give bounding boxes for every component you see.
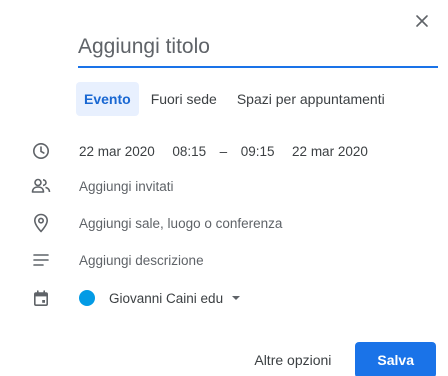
more-options-button[interactable]: Altre opzioni — [240, 343, 345, 376]
save-button[interactable]: Salva — [355, 342, 436, 376]
text-lines-icon — [31, 250, 51, 270]
datetime-content: 22 mar 2020 08:15 – 09:15 22 mar 2020 — [79, 144, 368, 159]
calendar-color-dot — [79, 290, 95, 306]
caret-down-icon — [232, 296, 241, 300]
dialog-footer: Altre opzioni Salva — [240, 342, 436, 376]
time-separator: – — [219, 143, 228, 159]
location-pin-icon — [31, 213, 51, 233]
close-button[interactable] — [411, 10, 433, 32]
tab-fuori-sede[interactable]: Fuori sede — [143, 82, 225, 116]
end-time[interactable]: 09:15 — [241, 144, 275, 159]
guests-placeholder[interactable]: Aggiungi invitati — [79, 179, 174, 194]
location-placeholder[interactable]: Aggiungi sale, luogo o conferenza — [79, 216, 282, 231]
description-row[interactable]: Aggiungi descrizione — [0, 246, 448, 274]
start-time[interactable]: 08:15 — [172, 144, 206, 159]
datetime-row: 22 mar 2020 08:15 – 09:15 22 mar 2020 — [0, 137, 448, 165]
title-input[interactable] — [78, 32, 418, 62]
calendar-icon — [31, 288, 51, 308]
end-date[interactable]: 22 mar 2020 — [292, 144, 368, 159]
start-date[interactable]: 22 mar 2020 — [79, 144, 155, 159]
calendar-selector[interactable]: Giovanni Caini edu — [79, 290, 241, 306]
calendar-row: Giovanni Caini edu — [0, 284, 448, 312]
title-field-wrapper — [78, 30, 438, 68]
event-quick-create-dialog: Evento Fuori sede Spazi per appuntamenti… — [0, 0, 448, 376]
calendar-name: Giovanni Caini edu — [109, 290, 224, 306]
tab-spazi-appuntamenti[interactable]: Spazi per appuntamenti — [229, 82, 393, 116]
tab-evento[interactable]: Evento — [76, 82, 139, 116]
close-icon — [416, 15, 428, 27]
description-placeholder[interactable]: Aggiungi descrizione — [79, 253, 204, 268]
guests-row[interactable]: Aggiungi invitati — [0, 172, 448, 200]
location-row[interactable]: Aggiungi sale, luogo o conferenza — [0, 209, 448, 237]
event-type-tabs: Evento Fuori sede Spazi per appuntamenti — [76, 82, 397, 116]
clock-icon — [31, 141, 51, 161]
people-icon — [31, 176, 51, 196]
